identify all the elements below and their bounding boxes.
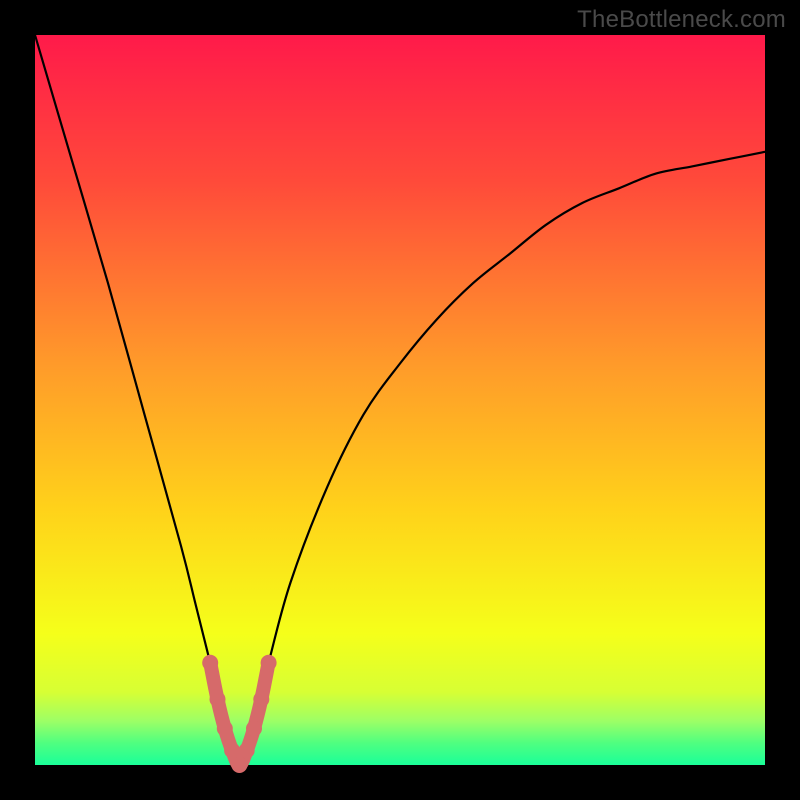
valley-marker (253, 691, 269, 707)
bottleneck-chart (0, 0, 800, 800)
valley-marker (217, 721, 233, 737)
valley-marker (202, 655, 218, 671)
chart-frame: TheBottleneck.com (0, 0, 800, 800)
valley-marker (239, 742, 255, 758)
valley-marker (246, 721, 262, 737)
valley-marker (231, 757, 247, 773)
watermark-label: TheBottleneck.com (577, 6, 786, 34)
plot-background (35, 35, 765, 765)
valley-marker (224, 742, 240, 758)
valley-marker (261, 655, 277, 671)
valley-marker (210, 691, 226, 707)
